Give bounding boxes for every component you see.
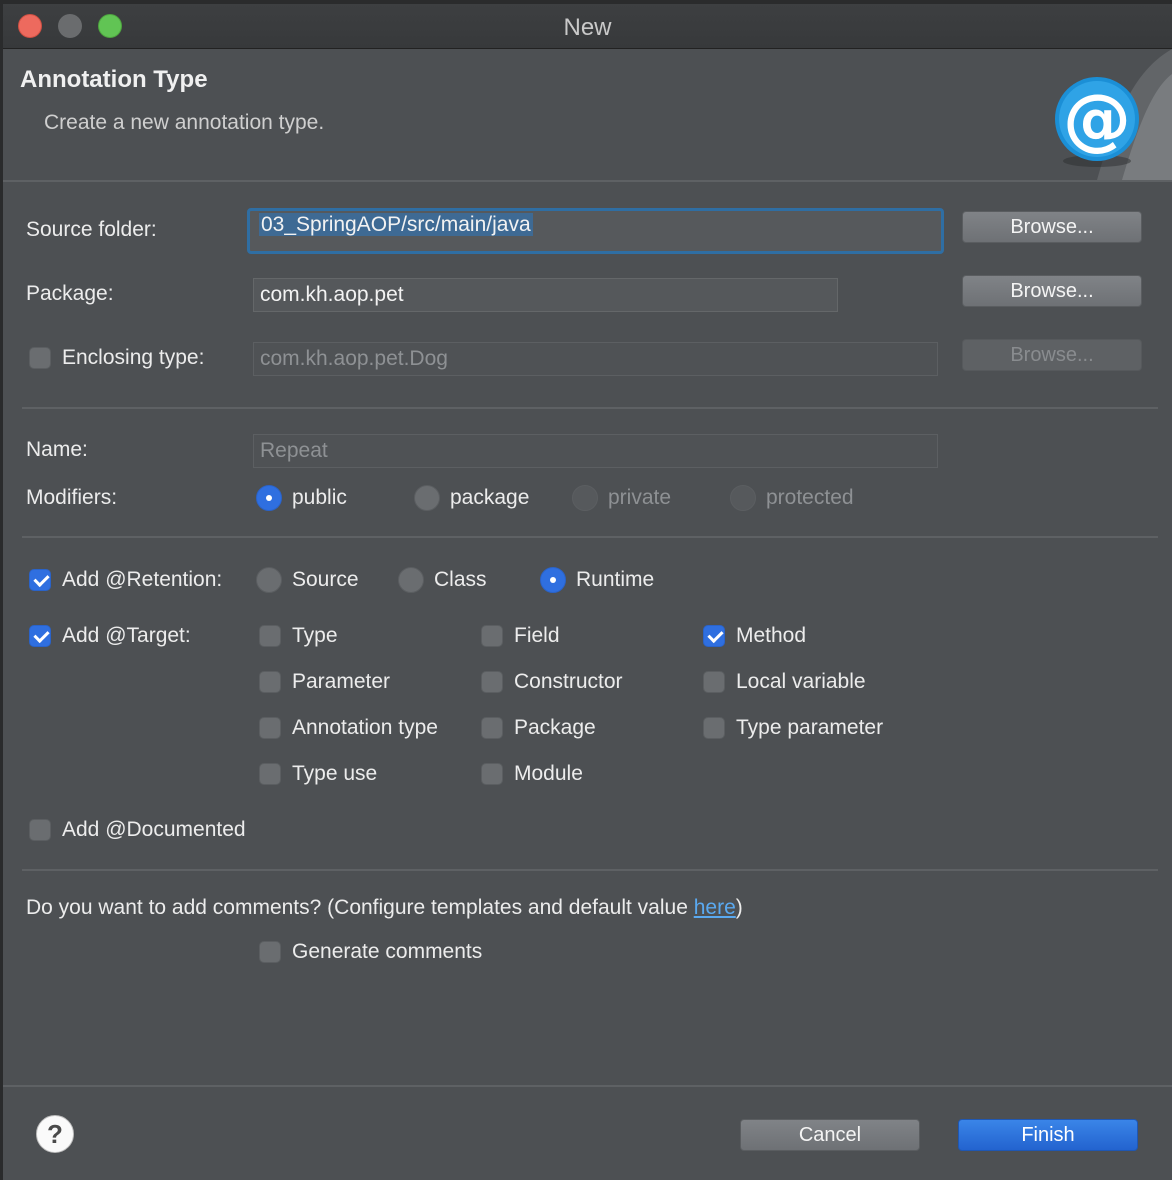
modifier-public-label: public	[292, 486, 347, 509]
at-sign-icon: @	[1055, 49, 1172, 180]
modifier-protected-label: protected	[766, 486, 854, 509]
enclosing-type-label: Enclosing type:	[62, 346, 205, 369]
title-bar: New	[3, 4, 1172, 49]
source-folder-label: Source folder:	[26, 218, 157, 241]
package-input[interactable]: com.kh.aop.pet	[253, 278, 838, 312]
target-field-label: Field	[514, 624, 560, 647]
enclosing-type-checkbox[interactable]	[29, 347, 51, 369]
separator	[22, 407, 1158, 409]
wizard-subtitle: Create a new annotation type.	[44, 111, 325, 134]
target-local-variable-checkbox[interactable]	[703, 671, 725, 693]
add-documented-label: Add @Documented	[62, 818, 246, 841]
add-target-checkbox[interactable]	[29, 625, 51, 647]
target-package-label: Package	[514, 716, 596, 739]
modifier-public-radio[interactable]	[256, 485, 282, 511]
target-parameter-label: Parameter	[292, 670, 391, 693]
target-type-label: Type	[292, 624, 338, 647]
modifier-private-radio[interactable]	[572, 485, 598, 511]
target-method-label: Method	[736, 624, 807, 647]
name-label: Name:	[26, 438, 88, 461]
target-type-use-label: Type use	[292, 762, 378, 785]
retention-runtime-radio[interactable]	[540, 567, 566, 593]
retention-class-label: Class	[434, 568, 487, 591]
source-folder-input[interactable]: 03_SpringAOP/src/main/java	[247, 208, 944, 254]
modifier-package-radio[interactable]	[414, 485, 440, 511]
retention-class-radio[interactable]	[398, 567, 424, 593]
footer-separator	[3, 1085, 1172, 1087]
name-input[interactable]: Repeat	[253, 434, 938, 468]
enclosing-type-input[interactable]: com.kh.aop.pet.Dog	[253, 342, 938, 376]
package-label: Package:	[26, 282, 114, 305]
modifier-protected-radio[interactable]	[730, 485, 756, 511]
target-annotation-type-label: Annotation type	[292, 716, 438, 739]
source-folder-value: 03_SpringAOP/src/main/java	[259, 213, 533, 236]
modifier-package-label: package	[450, 486, 530, 509]
generate-comments-label: Generate comments	[292, 940, 483, 963]
new-annotation-dialog: New Annotation Type Create a new annotat…	[3, 4, 1172, 1180]
target-parameter-checkbox[interactable]	[259, 671, 281, 693]
add-retention-checkbox[interactable]	[29, 569, 51, 591]
modifier-private-label: private	[608, 486, 672, 509]
target-local-variable-label: Local variable	[736, 670, 866, 693]
add-documented-checkbox[interactable]	[29, 819, 51, 841]
comments-question-close: )	[735, 896, 743, 919]
target-type-parameter-checkbox[interactable]	[703, 717, 725, 739]
configure-templates-link[interactable]: here	[694, 896, 736, 919]
window-title: New	[563, 14, 612, 41]
package-browse-button[interactable]: Browse...	[962, 275, 1142, 307]
separator	[22, 869, 1158, 871]
wizard-title: Annotation Type	[20, 66, 208, 93]
target-field-checkbox[interactable]	[481, 625, 503, 647]
target-module-label: Module	[514, 762, 583, 785]
add-target-label: Add @Target:	[62, 624, 191, 647]
target-constructor-checkbox[interactable]	[481, 671, 503, 693]
enclosing-type-browse-button[interactable]: Browse...	[962, 339, 1142, 371]
source-folder-browse-button[interactable]: Browse...	[962, 211, 1142, 243]
retention-source-radio[interactable]	[256, 567, 282, 593]
comments-question: Do you want to add comments? (Configure …	[26, 896, 743, 920]
generate-comments-checkbox[interactable]	[259, 941, 281, 963]
add-retention-label: Add @Retention:	[62, 568, 223, 591]
target-module-checkbox[interactable]	[481, 763, 503, 785]
comments-question-text: Do you want to add comments? (Configure …	[26, 896, 694, 919]
help-icon[interactable]: ?	[36, 1115, 74, 1153]
wizard-header: Annotation Type Create a new annotation …	[3, 49, 1172, 182]
cancel-button[interactable]: Cancel	[740, 1119, 920, 1151]
target-type-parameter-label: Type parameter	[736, 716, 884, 739]
finish-button[interactable]: Finish	[958, 1119, 1138, 1151]
target-constructor-label: Constructor	[514, 670, 623, 693]
retention-source-label: Source	[292, 568, 359, 591]
target-type-use-checkbox[interactable]	[259, 763, 281, 785]
separator	[22, 536, 1158, 538]
target-annotation-type-checkbox[interactable]	[259, 717, 281, 739]
target-type-checkbox[interactable]	[259, 625, 281, 647]
modifiers-label: Modifiers:	[26, 486, 118, 509]
target-method-checkbox[interactable]	[703, 625, 725, 647]
svg-text:@: @	[1063, 80, 1131, 159]
retention-runtime-label: Runtime	[576, 568, 655, 591]
target-package-checkbox[interactable]	[481, 717, 503, 739]
